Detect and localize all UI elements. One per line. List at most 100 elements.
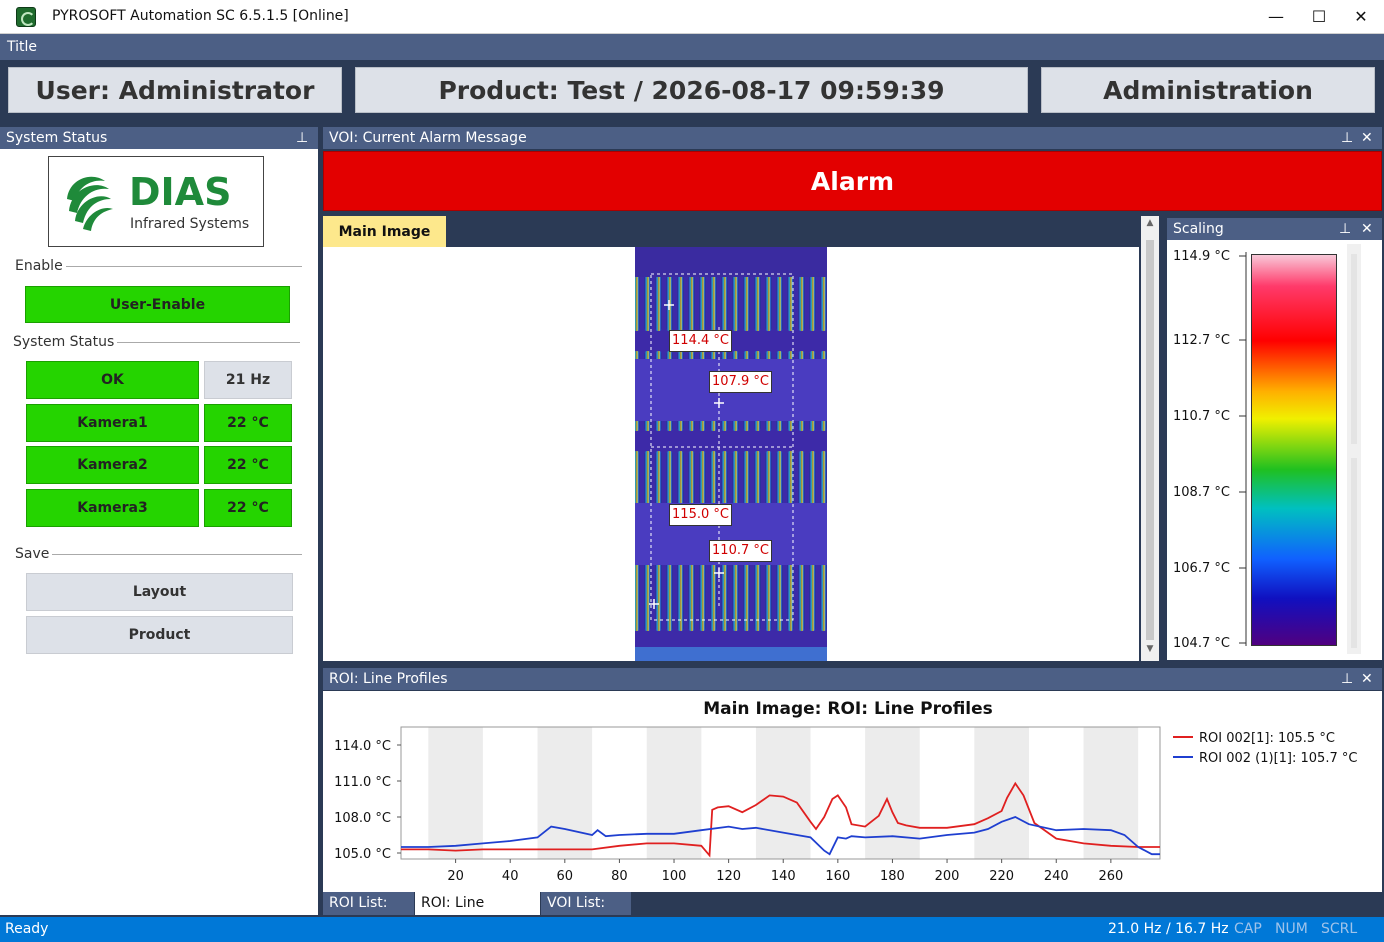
tab-voi-list[interactable]: VOI List: All <box>541 892 631 934</box>
tab-roi-line-profiles[interactable]: ROI: Line Profiles <box>415 892 540 934</box>
app-icon <box>16 7 36 27</box>
window-titlebar: PYROSOFT Automation SC 6.5.1.5 [Online] … <box>0 0 1384 34</box>
x-tick-label: 20 <box>447 869 464 884</box>
x-tick-label: 40 <box>502 869 519 884</box>
chart-band <box>646 727 702 859</box>
x-tick-label: 200 <box>935 869 960 884</box>
temp-label: 110.7 °C <box>709 540 772 562</box>
chart-band <box>537 727 593 859</box>
system-status-panel: DIAS Infrared Systems Enable User-Enable… <box>0 149 318 915</box>
dias-logo-graphic: DIAS Infrared Systems <box>67 170 249 232</box>
kamera3-temp-cell: 22 °C <box>204 489 292 527</box>
scroll-thumb[interactable] <box>1351 254 1357 444</box>
panel-title: Scaling <box>1173 221 1224 237</box>
scale-tick: 104.7 °C <box>1173 636 1230 651</box>
thermal-image[interactable] <box>323 247 1139 661</box>
bottom-strip <box>635 647 827 661</box>
status-scrl: SCRL <box>1321 921 1358 937</box>
y-tick-label: 114.0 °C <box>334 739 391 754</box>
status-ready: Ready <box>5 921 49 937</box>
panel-title: VOI: Current Alarm Message <box>329 130 527 146</box>
status-cap: CAP <box>1234 921 1262 937</box>
close-button[interactable]: ✕ <box>1348 6 1374 28</box>
tab-roi-list[interactable]: ROI List: All <box>323 892 414 934</box>
enable-label: Enable <box>15 258 66 274</box>
tab-main-image[interactable]: Main Image <box>323 216 446 247</box>
administration-button[interactable]: Administration <box>1041 67 1375 113</box>
y-tick-label: 111.0 °C <box>334 775 391 790</box>
legend-label: ROI 002[1]: 105.5 °C <box>1199 731 1335 746</box>
x-tick-label: 100 <box>662 869 687 884</box>
status-num: NUM <box>1275 921 1308 937</box>
coil-row-2 <box>635 421 827 503</box>
alarm-message: Alarm <box>323 151 1382 211</box>
close-icon[interactable]: ✕ <box>1361 668 1373 690</box>
status-rate-cell: 21 Hz <box>204 361 292 399</box>
maximize-button[interactable]: ☐ <box>1306 6 1332 28</box>
line-profile-chart[interactable]: 114.0 °C 111.0 °C 108.0 °C 105.0 °C 20 40 60 80… <box>323 691 1382 892</box>
voi-panel-header: VOI: Current Alarm Message ⊥ ✕ <box>323 127 1382 149</box>
scale-tick: 114.9 °C <box>1173 249 1230 264</box>
y-tick-label: 105.0 °C <box>334 847 391 862</box>
system-status-label: System Status <box>13 334 118 350</box>
temp-label: 114.4 °C <box>669 330 732 352</box>
x-tick-label: 160 <box>825 869 850 884</box>
logo-title: DIAS <box>129 170 231 214</box>
kamera2-cell: Kamera2 <box>26 446 199 484</box>
scaling-panel: 114.9 °C 112.7 °C 110.7 °C 108.7 °C 106.… <box>1167 240 1382 660</box>
divider <box>50 554 302 555</box>
pin-icon[interactable]: ⊥ <box>1341 668 1353 690</box>
kamera1-temp-cell: 22 °C <box>204 404 292 442</box>
save-label: Save <box>15 546 53 562</box>
menubar: Title <box>0 34 1384 60</box>
logo-subtitle: Infrared Systems <box>130 216 249 232</box>
main-image-view: 114.4 °C 107.9 °C 115.0 °C 110.7 °C <box>323 247 1139 661</box>
scale-tick: 110.7 °C <box>1173 409 1230 424</box>
pin-icon[interactable]: ⊥ <box>1341 127 1353 149</box>
status-rate: 21.0 Hz / 16.7 Hz <box>1108 921 1229 937</box>
image-scrollbar[interactable]: ▲ ▼ <box>1141 216 1159 661</box>
chart-band <box>865 727 920 859</box>
product-save-button[interactable]: Product <box>26 616 293 654</box>
scroll-thumb[interactable] <box>1146 240 1154 640</box>
x-tick-label: 140 <box>771 869 796 884</box>
legend-label: ROI 002 (1)[1]: 105.7 °C <box>1199 751 1357 766</box>
divider <box>60 266 302 267</box>
scaling-panel-header: Scaling ⊥ ✕ <box>1167 218 1382 240</box>
x-tick-label: 240 <box>1044 869 1069 884</box>
chart-band <box>755 727 811 859</box>
kamera3-cell: Kamera3 <box>26 489 199 527</box>
x-tick-label: 260 <box>1098 869 1123 884</box>
dias-logo: DIAS Infrared Systems <box>48 156 264 247</box>
close-icon[interactable]: ✕ <box>1361 218 1373 240</box>
window-title: PYROSOFT Automation SC 6.5.1.5 [Online] <box>52 8 349 24</box>
kamera1-cell: Kamera1 <box>26 404 199 442</box>
x-tick-label: 220 <box>989 869 1014 884</box>
pin-icon[interactable]: ⊥ <box>296 127 308 149</box>
panel-title: System Status <box>6 130 108 146</box>
y-tick-label: 108.0 °C <box>334 811 391 826</box>
x-tick-label: 60 <box>557 869 574 884</box>
temp-label: 107.9 °C <box>709 371 772 393</box>
scroll-down-icon[interactable]: ▼ <box>1141 644 1159 658</box>
pin-icon[interactable]: ⊥ <box>1339 218 1351 240</box>
line-profile-chart-panel: Main Image: ROI: Line Profiles 114.0 °C 1… <box>323 691 1382 892</box>
scroll-up-icon[interactable]: ▲ <box>1141 218 1159 232</box>
scroll-thumb[interactable] <box>1351 458 1357 648</box>
layout-button[interactable]: Layout <box>26 573 293 611</box>
scaling-scrollbar[interactable] <box>1347 244 1361 654</box>
user-enable-button[interactable]: User-Enable <box>25 286 290 323</box>
chart-band <box>974 727 1029 859</box>
close-icon[interactable]: ✕ <box>1361 127 1373 149</box>
user-button[interactable]: User: Administrator <box>8 67 342 113</box>
minimize-button[interactable]: — <box>1263 6 1289 28</box>
product-button[interactable]: Product: Test / 2026-08-17 09:59:39 <box>355 67 1028 113</box>
kamera2-temp-cell: 22 °C <box>204 446 292 484</box>
x-tick-label: 180 <box>880 869 905 884</box>
menu-title[interactable]: Title <box>7 39 37 55</box>
scale-tick: 112.7 °C <box>1173 333 1230 348</box>
statusbar: Ready 21.0 Hz / 16.7 Hz CAP NUM SCRL <box>0 917 1384 942</box>
temp-label: 115.0 °C <box>669 504 732 526</box>
panel-title: ROI: Line Profiles <box>329 671 448 687</box>
divider <box>110 342 300 343</box>
